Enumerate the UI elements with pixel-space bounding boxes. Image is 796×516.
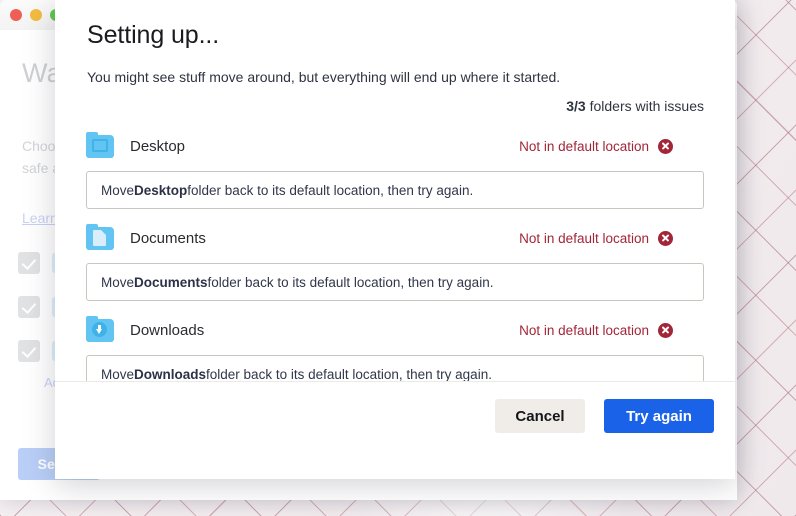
error-x-icon: [658, 323, 673, 338]
folder-issue-item: Desktop Not in default location Move Des…: [55, 128, 735, 209]
folder-status: Not in default location: [519, 139, 673, 154]
error-x-icon: [658, 139, 673, 154]
folder-issue-item: Documents Not in default location Move D…: [55, 220, 735, 301]
folder-message-box: Move Desktop folder back to its default …: [86, 171, 704, 209]
message-suffix: folder back to its default location, the…: [187, 183, 473, 198]
dialog-footer: Cancel Try again: [55, 382, 735, 479]
folder-name: Downloads: [130, 322, 204, 339]
folder-message-box: Move Documents folder back to its defaul…: [86, 263, 704, 301]
cancel-button[interactable]: Cancel: [495, 399, 585, 433]
issue-count-label: folders with issues: [590, 98, 704, 114]
checkbox-checked-icon[interactable]: [18, 296, 40, 318]
folder-name: Documents: [130, 230, 206, 247]
folder-message-box: Move Downloads folder back to its defaul…: [86, 355, 704, 381]
message-prefix: Move: [101, 275, 134, 290]
status-text: Not in default location: [519, 323, 649, 338]
message-bold: Desktop: [134, 183, 187, 198]
screen: Wait, don't go back yet Choose which fol…: [0, 0, 796, 516]
dialog-subtitle: You might see stuff move around, but eve…: [87, 69, 560, 85]
message-bold: Downloads: [134, 367, 206, 382]
message-prefix: Move: [101, 367, 134, 382]
folder-name: Desktop: [130, 138, 185, 155]
minimize-window-icon[interactable]: [30, 9, 42, 21]
folder-header: Desktop Not in default location: [86, 128, 704, 164]
issue-count: 3/3 folders with issues: [566, 98, 704, 114]
folder-desktop-icon: [86, 135, 114, 158]
folder-status: Not in default location: [519, 323, 673, 338]
close-window-icon[interactable]: [10, 9, 22, 21]
message-prefix: Move: [101, 183, 134, 198]
message-suffix: folder back to its default location, the…: [206, 367, 492, 382]
issue-count-value: 3/3: [566, 98, 585, 114]
checkbox-checked-icon[interactable]: [18, 340, 40, 362]
folder-downloads-icon: [86, 319, 114, 342]
folder-status: Not in default location: [519, 231, 673, 246]
folder-issue-item: Downloads Not in default location Move D…: [55, 312, 735, 381]
status-text: Not in default location: [519, 139, 649, 154]
error-x-icon: [658, 231, 673, 246]
try-again-button[interactable]: Try again: [604, 399, 714, 433]
setup-dialog: Setting up... You might see stuff move a…: [55, 0, 735, 479]
folder-header: Downloads Not in default location: [86, 312, 704, 348]
dialog-title: Setting up...: [87, 20, 219, 50]
message-suffix: folder back to its default location, the…: [208, 275, 494, 290]
folder-issue-list[interactable]: Desktop Not in default location Move Des…: [55, 128, 735, 381]
message-bold: Documents: [134, 275, 208, 290]
checkbox-checked-icon[interactable]: [18, 252, 40, 274]
status-text: Not in default location: [519, 231, 649, 246]
folder-documents-icon: [86, 227, 114, 250]
folder-header: Documents Not in default location: [86, 220, 704, 256]
